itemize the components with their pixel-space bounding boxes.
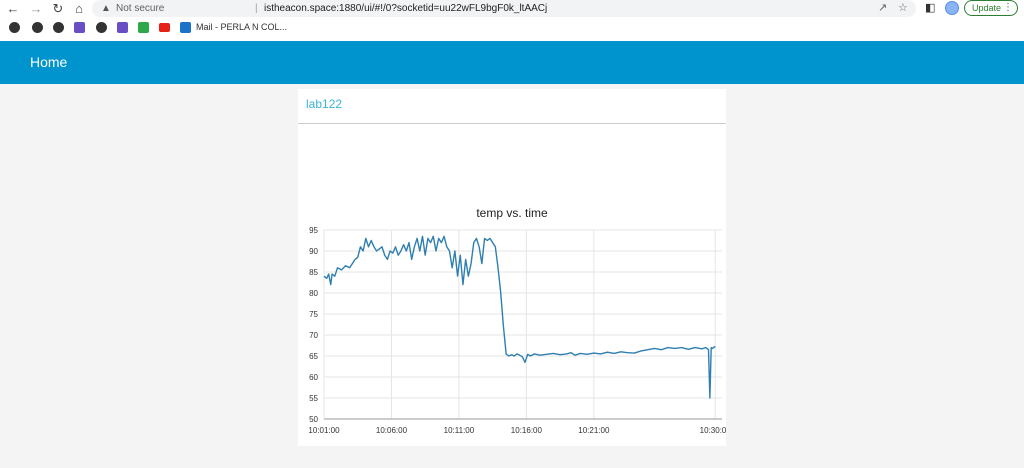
x-tick-label: 10:21:00 [578,426,610,435]
group-card: lab122 temp vs. time 95 90 85 80 75 70 65 60 55 5… [298,89,726,446]
bookmark-globe-icon[interactable] [32,22,43,33]
page-title: Home [30,54,68,70]
update-button[interactable]: Update ⋮ [964,0,1018,16]
temp-chart: temp vs. time 95 90 85 80 75 70 65 60 55 50 10:01:… [308,206,726,435]
back-arrow-icon[interactable]: ← [4,0,22,17]
bookmark-green-icon[interactable] [138,22,149,33]
y-tick-label: 55 [309,394,318,403]
update-label: Update [972,3,1002,13]
address-bar[interactable]: ▲ Not secure | istheacon.space:1880/ui/#… [92,0,916,17]
address-separator: | [255,3,258,14]
x-tick-label: 10:30:00 [700,426,726,435]
bookmark-forms-icon[interactable] [117,22,128,33]
profile-avatar[interactable] [945,1,959,15]
browser-toolbar: ← → ↻ ⌂ ▲ Not secure | istheacon.space:1… [0,0,1024,19]
share-icon[interactable]: ↗ [878,0,887,17]
y-tick-label: 50 [309,415,318,424]
side-panel-icon[interactable]: ◧ [925,0,935,17]
x-tick-label: 10:11:00 [444,426,475,435]
y-tick-label: 60 [309,373,318,382]
y-tick-label: 65 [309,352,318,361]
temp-series-line [323,235,716,399]
url-text[interactable]: istheacon.space:1880/ui/#!/0?socketid=uu… [264,0,547,17]
bookmark-youtube-icon[interactable] [159,23,170,32]
y-tick-label: 80 [309,289,318,298]
star-icon[interactable]: ☆ [898,0,908,17]
not-secure-label[interactable]: Not secure [116,0,164,17]
y-tick-label: 95 [309,226,318,235]
bookmark-globe-icon[interactable] [53,22,64,33]
x-tick-label: 10:06:00 [376,426,408,435]
y-tick-label: 70 [309,331,318,340]
x-tick-label: 10:01:00 [308,426,340,435]
y-tick-label: 75 [309,310,318,319]
kebab-menu-icon[interactable]: ⋮ [1003,1,1013,15]
forward-arrow-icon[interactable]: → [27,0,45,17]
chart-title: temp vs. time [476,206,548,220]
bookmark-forms-icon[interactable] [74,22,85,33]
bookmark-outlook-icon[interactable] [180,22,191,33]
reload-icon[interactable]: ↻ [49,0,67,17]
bookmark-globe-icon[interactable] [9,22,20,33]
bookmark-mail-label[interactable]: Mail - PERLA N COL... [196,22,287,33]
x-tick-label: 10:16:00 [511,426,543,435]
y-tick-label: 90 [309,247,318,256]
warning-icon: ▲ [101,3,111,14]
home-icon[interactable]: ⌂ [70,0,88,17]
bookmarks-bar: Mail - PERLA N COL... [0,19,1024,41]
bookmark-globe-icon[interactable] [96,22,107,33]
dashboard-header: Home [0,41,1024,84]
y-tick-label: 85 [309,268,318,277]
